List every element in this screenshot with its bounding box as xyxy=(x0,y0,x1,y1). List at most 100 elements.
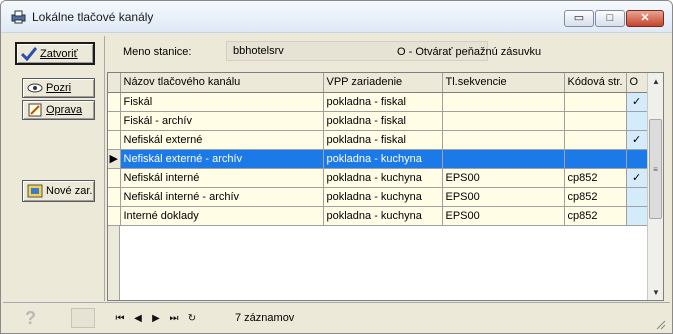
client-area: Zatvoriť Pozri Oprava Nové zar. Meno sta… xyxy=(3,34,670,333)
new-device-button[interactable]: Nové zar. xyxy=(22,180,95,202)
first-record-icon[interactable]: ⏮ xyxy=(113,311,127,325)
cell-name[interactable]: Nefiskál interné - archív xyxy=(120,187,324,207)
cell-vpp[interactable]: pokladna - kuchyna xyxy=(323,149,443,169)
cell-vpp[interactable]: pokladna - kuchyna xyxy=(323,187,443,207)
cell-vpp[interactable]: pokladna - kuchyna xyxy=(323,206,443,226)
last-record-icon[interactable]: ⏭ xyxy=(167,311,181,325)
title-bar[interactable]: Lokálne tlačové kanály ▭ □ ✕ xyxy=(1,1,672,33)
cell-vpp[interactable]: pokladna - kuchyna xyxy=(323,168,443,188)
table-row[interactable]: Fiskál pokladna - fiskal ✓ xyxy=(108,92,648,112)
cell-codepage[interactable] xyxy=(564,111,627,131)
row-indicator xyxy=(108,111,121,131)
cell-sequence[interactable] xyxy=(442,130,565,150)
column-header-name[interactable]: Názov tlačového kanálu xyxy=(120,73,324,93)
cell-name[interactable]: Nefiskál externé - archív xyxy=(120,149,324,169)
status-bar: ? ⏮ ◀ ▶ ⏭ ↻ 7 záznamov xyxy=(3,302,670,333)
status-panel xyxy=(71,308,95,328)
cell-codepage[interactable]: cp852 xyxy=(564,187,627,207)
edit-button[interactable]: Oprava xyxy=(22,100,95,120)
close-button-label: Zatvoriť xyxy=(40,47,78,60)
checkmark-icon xyxy=(21,46,37,62)
row-indicator xyxy=(108,130,121,150)
eye-icon xyxy=(27,80,43,96)
cell-open-drawer-check[interactable]: ✓ xyxy=(626,130,648,150)
cell-codepage[interactable]: cp852 xyxy=(564,206,627,226)
resize-grip-icon[interactable] xyxy=(654,318,666,330)
drawer-legend: O - Otvárať peňažnú zásuvku xyxy=(397,46,542,58)
edit-button-label: Oprava xyxy=(46,104,83,116)
cell-vpp[interactable]: pokladna - fiskal xyxy=(323,111,443,131)
action-panel: Zatvoriť Pozri Oprava Nové zar. xyxy=(5,36,105,301)
cell-name[interactable]: Nefiskál externé xyxy=(120,130,324,150)
column-header-sequence[interactable]: Tl.sekvencie xyxy=(442,73,565,93)
table-row[interactable]: Nefiskál externé pokladna - fiskal ✓ xyxy=(108,130,648,150)
app-window: Lokálne tlačové kanály ▭ □ ✕ Zatvoriť Po… xyxy=(0,0,673,334)
cell-sequence[interactable] xyxy=(442,149,565,169)
new-device-label: Nové zar. xyxy=(46,185,93,197)
maximize-icon: □ xyxy=(606,12,614,24)
cell-name[interactable]: Nefiskál interné xyxy=(120,168,324,188)
help-icon[interactable]: ? xyxy=(25,308,36,329)
table-row[interactable]: Nefiskál interné pokladna - kuchyna EPS0… xyxy=(108,168,648,188)
maximize-button[interactable]: □ xyxy=(595,10,625,27)
cell-open-drawer-check[interactable]: ✓ xyxy=(626,168,648,188)
cell-open-drawer-check[interactable] xyxy=(626,206,648,226)
cell-open-drawer-check[interactable]: ✓ xyxy=(626,92,648,112)
row-indicator xyxy=(108,168,121,188)
table-row[interactable]: Nefiskál interné - archív pokladna - kuc… xyxy=(108,187,648,207)
column-header-open-drawer[interactable]: O xyxy=(626,73,648,93)
refresh-icon[interactable]: ↻ xyxy=(185,311,199,325)
close-button[interactable]: Zatvoriť xyxy=(15,42,95,65)
record-count: 7 záznamov xyxy=(235,312,295,324)
window-title: Lokálne tlačové kanály xyxy=(32,10,154,24)
grid-empty-area xyxy=(108,226,648,300)
view-button[interactable]: Pozri xyxy=(22,78,95,98)
indicator-header xyxy=(108,73,121,93)
table-header-row: Názov tlačového kanálu VPP zariadenie Tl… xyxy=(108,73,648,93)
device-icon xyxy=(27,183,43,199)
cell-sequence[interactable]: EPS00 xyxy=(442,168,565,188)
column-header-codepage[interactable]: Kódová str. xyxy=(564,73,627,93)
close-icon: ✕ xyxy=(640,12,650,24)
scroll-up-icon[interactable]: ▲ xyxy=(648,73,664,89)
close-window-button[interactable]: ✕ xyxy=(626,10,664,27)
minimize-icon: ▭ xyxy=(573,12,585,24)
scroll-down-icon[interactable]: ▼ xyxy=(648,284,664,300)
cell-sequence[interactable] xyxy=(442,111,565,131)
scroll-thumb[interactable]: ≡ xyxy=(649,119,662,219)
cell-codepage[interactable] xyxy=(564,149,627,169)
vertical-scrollbar[interactable]: ▲ ≡ ▼ xyxy=(647,73,663,300)
row-indicator xyxy=(108,206,121,226)
current-row-arrow-icon: ▶ xyxy=(108,149,121,169)
cell-name[interactable]: Fiskál xyxy=(120,92,324,112)
cell-open-drawer-check[interactable] xyxy=(626,149,648,169)
cell-codepage[interactable] xyxy=(564,92,627,112)
table-row[interactable]: Interné doklady pokladna - kuchyna EPS00… xyxy=(108,206,648,226)
station-label: Meno stanice: xyxy=(123,46,192,58)
cell-sequence[interactable]: EPS00 xyxy=(442,187,565,207)
table-row-selected[interactable]: ▶ Nefiskál externé - archív pokladna - k… xyxy=(108,149,648,169)
cell-vpp[interactable]: pokladna - fiskal xyxy=(323,130,443,150)
cell-vpp[interactable]: pokladna - fiskal xyxy=(323,92,443,112)
previous-record-icon[interactable]: ◀ xyxy=(131,311,145,325)
cell-codepage[interactable]: cp852 xyxy=(564,168,627,188)
next-record-icon[interactable]: ▶ xyxy=(149,311,163,325)
station-header: Meno stanice: bbhotelsrv O - Otvárať peň… xyxy=(113,36,670,70)
table-row[interactable]: Fiskál - archív pokladna - fiskal xyxy=(108,111,648,131)
cell-codepage[interactable] xyxy=(564,130,627,150)
minimize-button[interactable]: ▭ xyxy=(564,10,594,27)
printer-icon xyxy=(10,10,28,24)
row-indicator xyxy=(108,187,121,207)
record-navigator: ⏮ ◀ ▶ ⏭ ↻ xyxy=(113,311,199,325)
cell-sequence[interactable]: EPS00 xyxy=(442,206,565,226)
cell-sequence[interactable] xyxy=(442,92,565,112)
cell-open-drawer-check[interactable] xyxy=(626,111,648,131)
view-button-label: Pozri xyxy=(46,82,72,94)
pencil-icon xyxy=(27,102,43,118)
cell-name[interactable]: Fiskál - archív xyxy=(120,111,324,131)
cell-open-drawer-check[interactable] xyxy=(626,187,648,207)
channels-grid[interactable]: Názov tlačového kanálu VPP zariadenie Tl… xyxy=(107,72,664,301)
column-header-vpp[interactable]: VPP zariadenie xyxy=(323,73,443,93)
help-cell[interactable]: ? xyxy=(11,307,67,329)
cell-name[interactable]: Interné doklady xyxy=(120,206,324,226)
